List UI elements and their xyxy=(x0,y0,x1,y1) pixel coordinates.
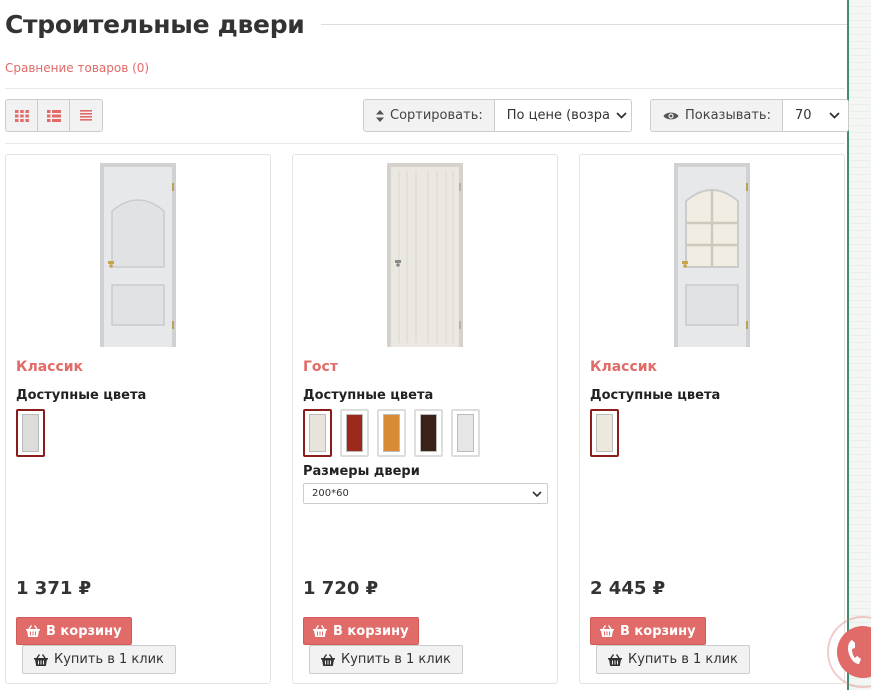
show-label: Показывать: xyxy=(685,108,771,123)
buy-one-click-label: Купить в 1 клик xyxy=(54,652,164,667)
swatch-door-preview xyxy=(383,414,400,452)
color-swatches xyxy=(303,409,480,457)
page-header: Строительные двери xyxy=(5,6,847,42)
door-image xyxy=(674,163,750,347)
product-image[interactable] xyxy=(6,163,270,347)
view-grid-large-button[interactable] xyxy=(6,100,38,131)
swatch-door-preview xyxy=(420,414,437,452)
product-card: Классик Доступные цвета 1 371 ₽ В корзин… xyxy=(5,154,271,684)
sort-label-addon: Сортировать: xyxy=(363,99,495,132)
swatch-door-preview xyxy=(457,414,474,452)
chevron-down-icon xyxy=(532,490,542,497)
sort-selected-value: По цене (возра xyxy=(506,108,610,123)
view-mode-switcher xyxy=(5,99,103,132)
buy-one-click-label: Купить в 1 клик xyxy=(628,652,738,667)
page: Строительные двери Сравнение товаров (0) xyxy=(0,0,871,690)
add-to-cart-button[interactable]: В корзину xyxy=(16,617,132,645)
sort-control: Сортировать: По цене (возра xyxy=(363,99,632,132)
color-swatch[interactable] xyxy=(377,409,406,457)
product-name-link[interactable]: Классик xyxy=(590,359,657,375)
sort-label: Сортировать: xyxy=(390,108,483,123)
product-image[interactable] xyxy=(580,163,844,347)
buy-one-click-button[interactable]: Купить в 1 клик xyxy=(22,645,176,674)
basket-icon xyxy=(608,653,622,666)
compare-products-link[interactable]: Сравнение товаров (0) xyxy=(5,61,149,75)
add-to-cart-label: В корзину xyxy=(46,623,122,639)
color-swatch[interactable] xyxy=(590,409,619,457)
list-icon xyxy=(80,110,92,121)
right-edge-decoration xyxy=(847,0,871,690)
basket-icon xyxy=(26,625,40,637)
swatch-door-preview xyxy=(346,414,363,452)
view-list-button[interactable] xyxy=(70,100,102,131)
available-colors-label: Доступные цвета xyxy=(303,388,434,403)
divider xyxy=(5,88,845,89)
product-price: 1 371 ₽ xyxy=(16,578,92,599)
color-swatches xyxy=(16,409,45,457)
door-size-value: 200*60 xyxy=(312,488,349,499)
swatch-door-preview xyxy=(596,414,613,452)
product-name-link[interactable]: Классик xyxy=(16,359,83,375)
buy-one-click-button[interactable]: Купить в 1 клик xyxy=(596,645,750,674)
available-colors-label: Доступные цвета xyxy=(16,388,147,403)
product-card: Классик Доступные цвета 2 445 ₽ В корзин… xyxy=(579,154,845,684)
buy-one-click-label: Купить в 1 клик xyxy=(341,652,451,667)
basket-icon xyxy=(34,653,48,666)
color-swatch[interactable] xyxy=(303,409,332,457)
swatch-door-preview xyxy=(309,414,326,452)
grid-list-icon xyxy=(46,109,61,122)
color-swatch[interactable] xyxy=(451,409,480,457)
product-price: 2 445 ₽ xyxy=(590,578,666,599)
product-name-link[interactable]: Гост xyxy=(303,359,338,375)
color-swatch[interactable] xyxy=(16,409,45,457)
add-to-cart-label: В корзину xyxy=(620,623,696,639)
swatch-door-preview xyxy=(22,414,39,452)
door-size-label: Размеры двери xyxy=(303,464,420,479)
add-to-cart-label: В корзину xyxy=(333,623,409,639)
product-image[interactable] xyxy=(293,163,557,347)
sort-select[interactable]: По цене (возра xyxy=(494,99,632,132)
door-size-select[interactable]: 200*60 xyxy=(303,483,548,504)
buy-one-click-button[interactable]: Купить в 1 клик xyxy=(309,645,463,674)
view-grid-list-button[interactable] xyxy=(38,100,70,131)
sort-icon xyxy=(376,109,384,122)
color-swatch[interactable] xyxy=(414,409,443,457)
show-label-addon: Показывать: xyxy=(650,99,783,132)
divider xyxy=(5,143,845,144)
phone-icon xyxy=(848,640,861,664)
add-to-cart-button[interactable]: В корзину xyxy=(303,617,419,645)
color-swatch[interactable] xyxy=(340,409,369,457)
eye-icon xyxy=(663,112,679,119)
chevron-down-icon xyxy=(616,112,627,119)
available-colors-label: Доступные цвета xyxy=(590,388,721,403)
door-image xyxy=(387,163,463,347)
product-card: Гост Доступные цвета Размеры двери 200*6… xyxy=(292,154,558,684)
add-to-cart-button[interactable]: В корзину xyxy=(590,617,706,645)
title-divider xyxy=(320,23,847,25)
product-price: 1 720 ₽ xyxy=(303,578,379,599)
basket-icon xyxy=(321,653,335,666)
page-size-select[interactable]: 70 xyxy=(782,99,849,132)
basket-icon xyxy=(600,625,614,637)
callback-widget-button[interactable] xyxy=(823,614,871,690)
grid-large-icon xyxy=(14,109,29,122)
door-image xyxy=(100,163,176,347)
color-swatches xyxy=(590,409,619,457)
page-size-value: 70 xyxy=(794,108,812,123)
page-title: Строительные двери xyxy=(5,9,305,39)
chevron-down-icon xyxy=(829,112,840,119)
page-size-control: Показывать: 70 xyxy=(650,99,849,132)
basket-icon xyxy=(313,625,327,637)
